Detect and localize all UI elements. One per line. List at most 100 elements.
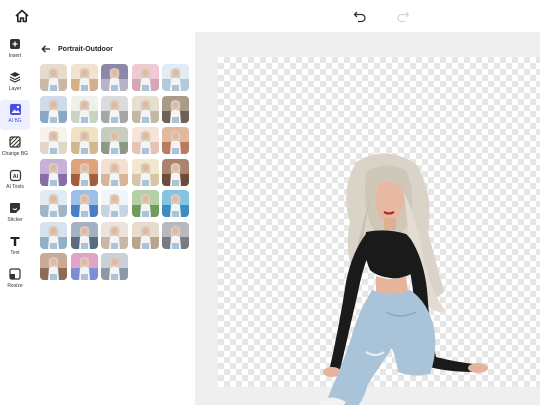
ai-tools-icon: AI [9, 169, 21, 181]
thumbnail-preview-image [40, 158, 67, 186]
thumbnail-preview-image [131, 95, 159, 123]
top-bar [0, 0, 540, 32]
home-button[interactable] [10, 4, 34, 28]
thumbnail-preview-image [40, 253, 67, 280]
background-thumbnail[interactable] [101, 253, 128, 280]
thumbnail-preview-image [101, 221, 128, 249]
thumbnail-preview-image [101, 253, 128, 280]
tool-ai-bg-label: AI BG [8, 118, 22, 124]
background-thumbnail[interactable] [70, 95, 98, 123]
thumbnail-preview-image [101, 95, 128, 123]
redo-icon [397, 11, 410, 23]
thumbnail-preview-image [162, 190, 189, 217]
thumbnail-preview-image [162, 95, 189, 123]
thumbnail-preview-image [131, 64, 159, 91]
background-thumbnail[interactable] [70, 127, 98, 154]
background-thumbnail[interactable] [162, 95, 189, 123]
editor-app: Insert Layer AI BG Change BG AI AI Tools… [0, 0, 540, 405]
background-thumbnail[interactable] [101, 95, 128, 123]
background-thumbnail[interactable] [162, 64, 189, 91]
thumbnail-preview-image [40, 221, 67, 249]
undo-button[interactable] [350, 6, 370, 26]
svg-text:AI: AI [12, 174, 18, 180]
thumbnail-preview-image [70, 64, 98, 91]
background-thumbnail[interactable] [101, 221, 128, 249]
thumbnail-preview-image [70, 127, 98, 154]
thumbnail-preview-image [70, 158, 98, 186]
background-thumbnail[interactable] [131, 190, 159, 217]
background-thumbnail[interactable] [162, 127, 189, 154]
insert-icon [10, 39, 20, 49]
background-thumbnail[interactable] [40, 253, 67, 280]
tool-insert[interactable]: Insert [0, 35, 30, 65]
background-thumbnail[interactable] [101, 64, 128, 91]
redo-button[interactable] [393, 6, 413, 26]
background-thumbnail[interactable] [101, 127, 128, 154]
thumbnail-preview-image [131, 221, 159, 249]
background-thumbnail[interactable] [40, 221, 67, 249]
back-button[interactable] [40, 43, 52, 55]
background-thumbnail[interactable] [162, 190, 189, 217]
thumbnail-preview-image [162, 221, 189, 249]
thumbnail-preview-image [162, 127, 189, 154]
tool-ai-tools-label: AI Tools [6, 184, 24, 190]
tool-ai-bg[interactable]: AI BG [0, 100, 30, 130]
tool-resize-label: Resize [7, 283, 23, 289]
background-thumbnail[interactable] [70, 64, 98, 91]
artboard[interactable] [218, 57, 540, 405]
background-thumbnail[interactable] [131, 127, 159, 154]
tool-text[interactable]: Text [0, 232, 30, 262]
thumbnail-preview-image [101, 127, 128, 154]
tool-text-label: Text [10, 250, 20, 256]
tool-sticker[interactable]: Sticker [0, 199, 30, 229]
tool-ai-tools[interactable]: AI AI Tools [0, 166, 30, 196]
tool-change-bg-label: Change BG [1, 151, 29, 157]
thumbnail-preview-image [70, 221, 98, 249]
thumbnail-preview-image [40, 127, 67, 154]
home-icon [15, 9, 29, 23]
tool-sticker-label: Sticker [7, 217, 23, 223]
tool-resize[interactable]: Resize [0, 265, 30, 295]
background-thumbnail[interactable] [40, 158, 67, 186]
background-thumbnail[interactable] [162, 221, 189, 249]
background-thumbnail[interactable] [70, 158, 98, 186]
thumbnail-preview-image [70, 190, 98, 217]
background-thumbnail[interactable] [70, 221, 98, 249]
undo-icon [353, 11, 366, 23]
tool-change-bg[interactable]: Change BG [0, 133, 30, 163]
tool-insert-label: Insert [8, 53, 22, 59]
background-thumbnail[interactable] [162, 158, 189, 186]
resize-icon [9, 268, 21, 280]
thumbnail-preview-image [162, 64, 189, 91]
arrow-left-icon [41, 45, 50, 53]
text-icon [10, 237, 20, 246]
background-thumbnail[interactable] [131, 221, 159, 249]
layers-icon [9, 72, 21, 83]
background-thumbnail[interactable] [131, 64, 159, 91]
subject-cutout-image[interactable] [306, 152, 491, 405]
tool-layer-label: Layer [8, 86, 22, 92]
ai-bg-panel: Portrait-Outdoor [30, 32, 195, 405]
thumbnail-preview-image [162, 158, 189, 186]
background-thumbnail[interactable] [131, 95, 159, 123]
thumbnail-preview-image [101, 158, 128, 186]
background-thumbnail[interactable] [131, 158, 159, 186]
background-thumbnail[interactable] [40, 127, 67, 154]
background-thumbnail[interactable] [40, 95, 67, 123]
background-thumbnail[interactable] [70, 253, 98, 280]
background-thumbnail[interactable] [70, 190, 98, 217]
tool-layer[interactable]: Layer [0, 68, 30, 98]
left-toolbar: Insert Layer AI BG Change BG AI AI Tools… [0, 32, 30, 405]
thumbnail-preview-image [101, 64, 128, 91]
thumbnail-preview-image [131, 127, 159, 154]
thumbnail-preview-image [40, 95, 67, 123]
background-thumbnail[interactable] [40, 190, 67, 217]
background-thumbnail[interactable] [40, 64, 67, 91]
panel-header: Portrait-Outdoor [40, 42, 113, 56]
background-thumbnail[interactable] [101, 158, 128, 186]
sticker-icon [10, 203, 20, 213]
canvas-area [195, 32, 540, 405]
background-thumbnail[interactable] [101, 190, 128, 217]
thumbnail-preview-image [101, 190, 128, 217]
thumbnail-preview-image [131, 158, 159, 186]
